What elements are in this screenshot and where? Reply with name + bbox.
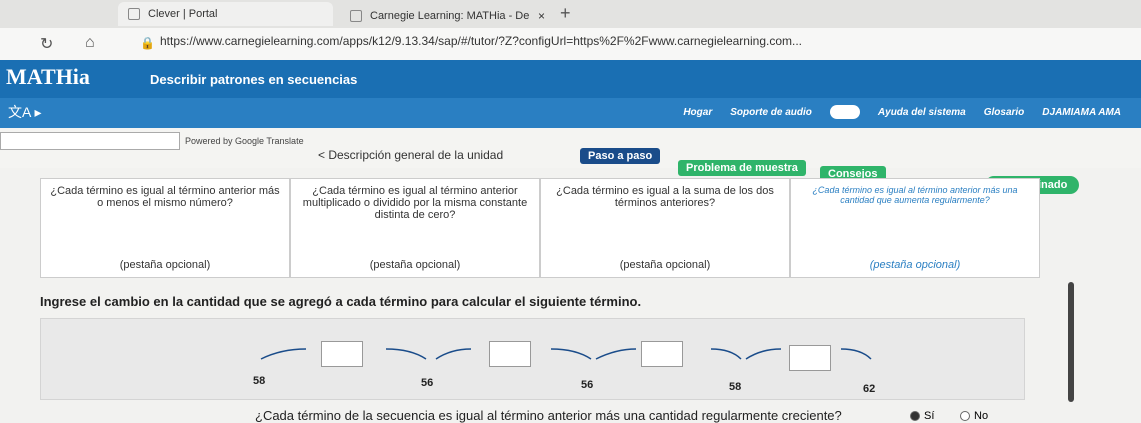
card-optional: (pestaña opcional) [369,259,461,271]
translate-icon[interactable]: 文A ▸ [8,102,41,122]
radio-dot[interactable] [910,411,920,421]
arrow [550,348,592,360]
card-optional: (pestaña opcional) [119,259,211,271]
question-cards: ¿Cada término es igual al término anteri… [40,178,1040,278]
arrow [710,348,742,360]
term-4: 58 [729,381,742,393]
card-text: ¿Cada término es igual al término anteri… [302,185,528,221]
card-difference[interactable]: ¿Cada término es igual al término anteri… [40,178,290,278]
tab-mathia[interactable]: Carnegie Learning: MATHia - De × [340,4,555,28]
change-input-3[interactable] [641,341,683,367]
nav-help[interactable]: Ayuda del sistema [878,107,966,118]
browser-tab-bar: Clever | Portal Carnegie Learning: MATHi… [0,0,1141,28]
sample-problem-button[interactable]: Problema de muestra [678,160,806,176]
clever-icon [128,8,140,20]
step-by-step-button[interactable]: Paso a paso [580,148,661,164]
arrow [745,348,782,360]
term-2: 56 [421,377,434,389]
new-tab-icon[interactable]: + [560,3,571,24]
radio-yes[interactable]: Sí [910,410,934,422]
change-input-4[interactable] [789,345,831,371]
card-optional: (pestaña opcional) [869,259,961,271]
arrow [260,348,307,360]
audio-toggle[interactable] [829,105,860,119]
arrow [840,348,872,360]
nav-home[interactable]: Hogar [683,107,712,118]
arrow [385,348,427,360]
radio-dot[interactable] [960,411,970,421]
term-5: 62 [863,383,876,395]
card-text: ¿Cada término es igual a la suma de los … [556,185,774,209]
powered-by: Powered by Google Translate [185,136,304,146]
radio-no[interactable]: No [960,410,988,422]
change-input-1[interactable] [321,341,363,367]
card-sum[interactable]: ¿Cada término es igual a la suma de los … [540,178,790,278]
tab-clever[interactable]: Clever | Portal [118,2,333,26]
card-text: ¿Cada término es igual al término anteri… [50,185,280,209]
radio-label: No [974,410,989,422]
unit-overview-link[interactable]: < Descripción general de la unidad [318,148,503,162]
nav-glossary[interactable]: Glosario [984,107,1025,118]
card-ratio[interactable]: ¿Cada término es igual al término anteri… [290,178,540,278]
scrollbar[interactable] [1068,282,1074,402]
language-select[interactable] [0,132,180,150]
close-icon[interactable]: × [538,9,545,23]
card-text: ¿Cada término es igual al término anteri… [812,185,1018,205]
card-optional: (pestaña opcional) [619,259,711,271]
card-increasing[interactable]: ¿Cada término es igual al término anteri… [790,178,1040,278]
sequence-arrows [260,348,872,360]
term-1: 58 [253,375,266,387]
lock-icon: 🔒 [140,36,155,50]
toolbar: Powered by Google Translate < Descripció… [0,128,1141,194]
reload-icon[interactable]: ↻ [40,34,53,54]
unit-title: Describir patrones en secuencias [150,72,358,87]
nav-audio[interactable]: Soporte de audio [730,107,812,118]
tab-label: Clever | Portal [148,8,218,20]
url-text[interactable]: https://www.carnegielearning.com/apps/k1… [160,34,840,48]
sub-header: 文A ▸ Hogar Soporte de audio Ayuda del si… [0,98,1141,128]
app-header: MATHia Describir patrones en secuencias [0,60,1141,98]
sequence-panel: 58 56 56 58 62 [40,318,1025,400]
radio-label: Sí [924,410,935,422]
change-input-2[interactable] [489,341,531,367]
arrow [595,348,637,360]
nav-user[interactable]: DJAMIAMA AMA [1042,107,1121,118]
tab-label: Carnegie Learning: MATHia - De [370,10,530,22]
term-3: 56 [581,379,594,391]
carnegie-icon [350,10,362,22]
mathia-logo: MATHia [6,64,90,89]
home-icon[interactable]: ⌂ [85,34,95,52]
instruction: Ingrese el cambio en la cantidad que se … [40,294,642,309]
arrow [435,348,472,360]
top-nav: Hogar Soporte de audio Ayuda del sistema… [683,105,1121,119]
